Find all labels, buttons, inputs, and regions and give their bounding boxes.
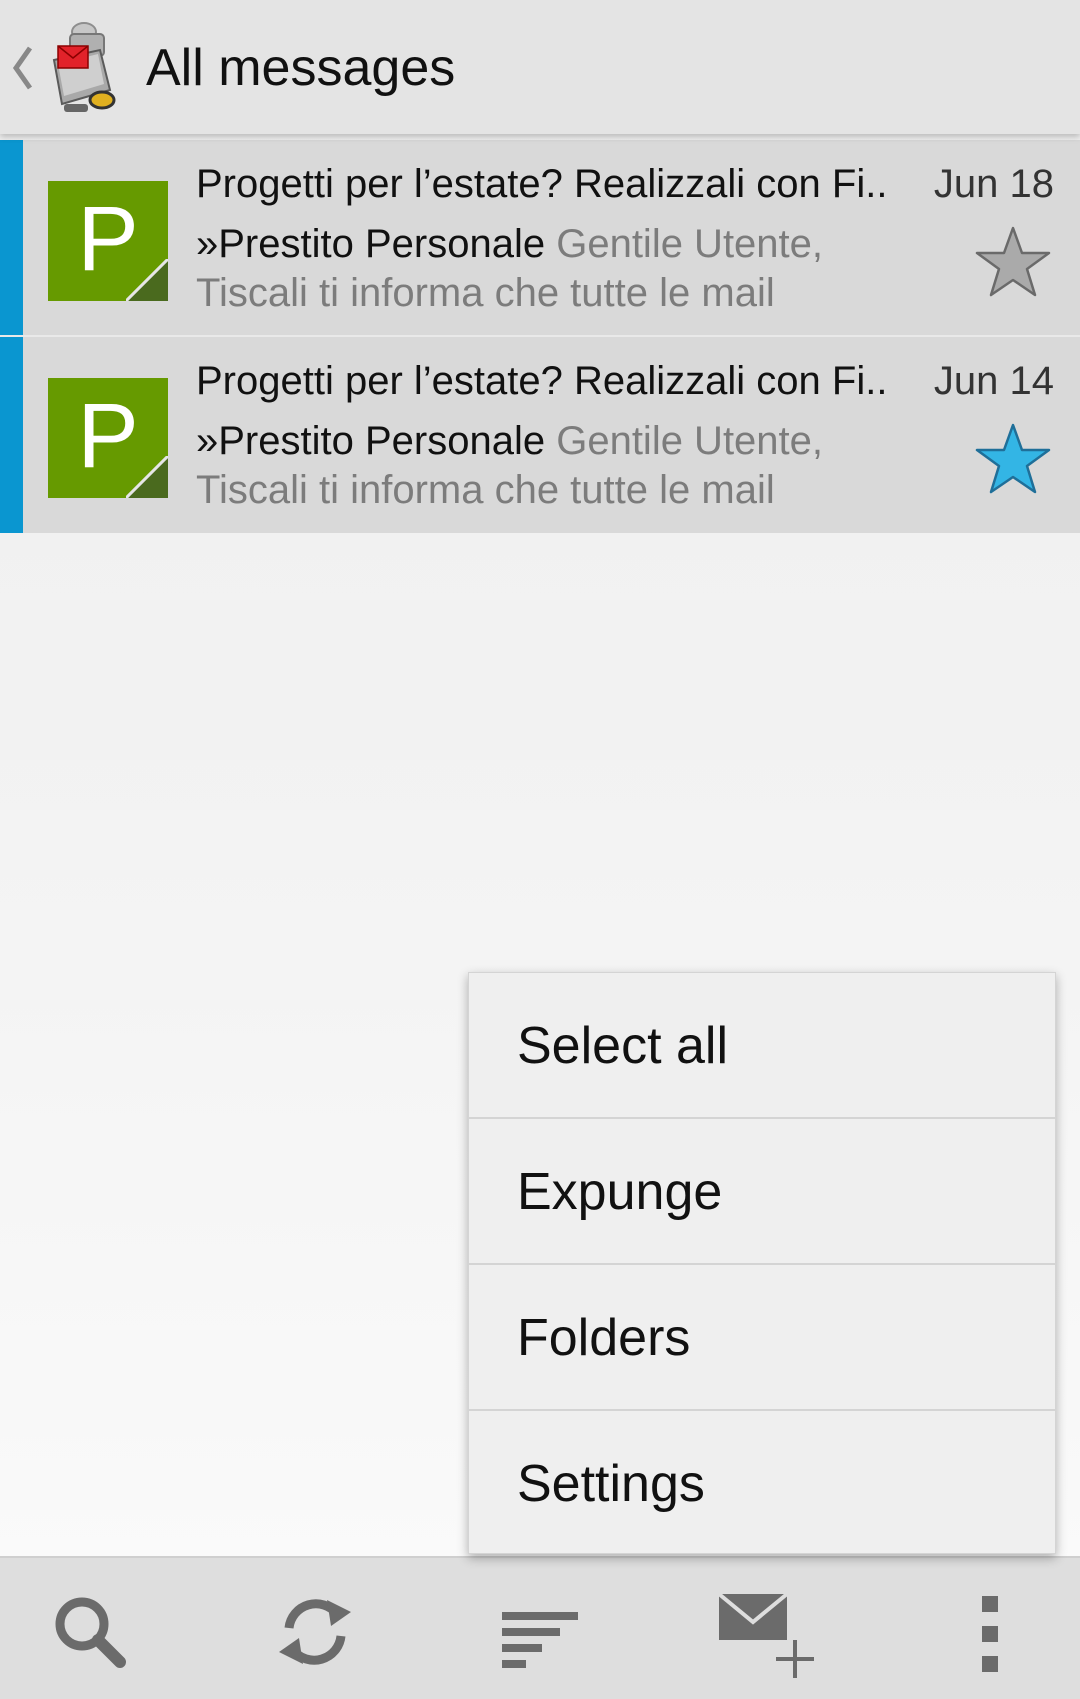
- menu-item-label: Settings: [517, 1455, 705, 1513]
- sort-icon: [502, 1612, 578, 1668]
- overflow-menu: Select all Expunge Folders Settings: [468, 972, 1056, 1554]
- search-icon: [55, 1597, 126, 1668]
- star-filled-icon[interactable]: [973, 421, 1053, 497]
- page-title: All messages: [146, 39, 456, 97]
- k9-mail-dog-logo-icon[interactable]: [44, 20, 124, 114]
- action-bar: All messages: [0, 0, 1080, 134]
- compose-button[interactable]: [715, 1582, 815, 1682]
- menu-item-label: Expunge: [517, 1163, 723, 1221]
- message-preview: »Prestito Personale Gentile Utente, Tisc…: [196, 417, 896, 515]
- message-sender: »Prestito Personale: [196, 222, 546, 266]
- menu-item-settings[interactable]: Settings: [469, 1411, 1055, 1555]
- bottom-action-bar: [0, 1556, 1080, 1699]
- more-vert-icon: [982, 1596, 998, 1672]
- avatar-corner-fold: [126, 259, 168, 301]
- menu-item-expunge[interactable]: Expunge: [469, 1119, 1055, 1265]
- more-options-button[interactable]: [940, 1582, 1040, 1682]
- compose-icon: [717, 1592, 814, 1678]
- menu-item-select-all[interactable]: Select all: [469, 973, 1055, 1119]
- message-row[interactable]: P Progetti per l’estate? Realizzali con …: [0, 140, 1080, 337]
- menu-item-label: Select all: [517, 1017, 728, 1075]
- message-date: Jun 18: [933, 162, 1054, 206]
- unread-indicator: [0, 140, 23, 335]
- refresh-button[interactable]: [265, 1582, 365, 1682]
- unread-indicator: [0, 337, 23, 533]
- sort-button[interactable]: [490, 1582, 590, 1682]
- refresh-icon: [279, 1599, 351, 1665]
- search-button[interactable]: [40, 1582, 140, 1682]
- star-outline-icon[interactable]: [973, 224, 1053, 300]
- menu-item-label: Folders: [517, 1309, 691, 1367]
- avatar-corner-fold: [126, 456, 168, 498]
- menu-item-folders[interactable]: Folders: [469, 1265, 1055, 1411]
- message-row[interactable]: P Progetti per l’estate? Realizzali con …: [0, 337, 1080, 533]
- message-subject: Progetti per l’estate? Realizzali con Fi…: [196, 162, 888, 206]
- chevron-left-icon[interactable]: [10, 44, 34, 92]
- message-date: Jun 14: [933, 359, 1054, 403]
- sender-avatar[interactable]: P: [48, 378, 168, 498]
- sender-avatar[interactable]: P: [48, 181, 168, 301]
- message-subject: Progetti per l’estate? Realizzali con Fi…: [196, 359, 888, 403]
- message-list: P Progetti per l’estate? Realizzali con …: [0, 140, 1080, 533]
- message-preview: »Prestito Personale Gentile Utente, Tisc…: [196, 220, 896, 318]
- message-sender: »Prestito Personale: [196, 419, 546, 463]
